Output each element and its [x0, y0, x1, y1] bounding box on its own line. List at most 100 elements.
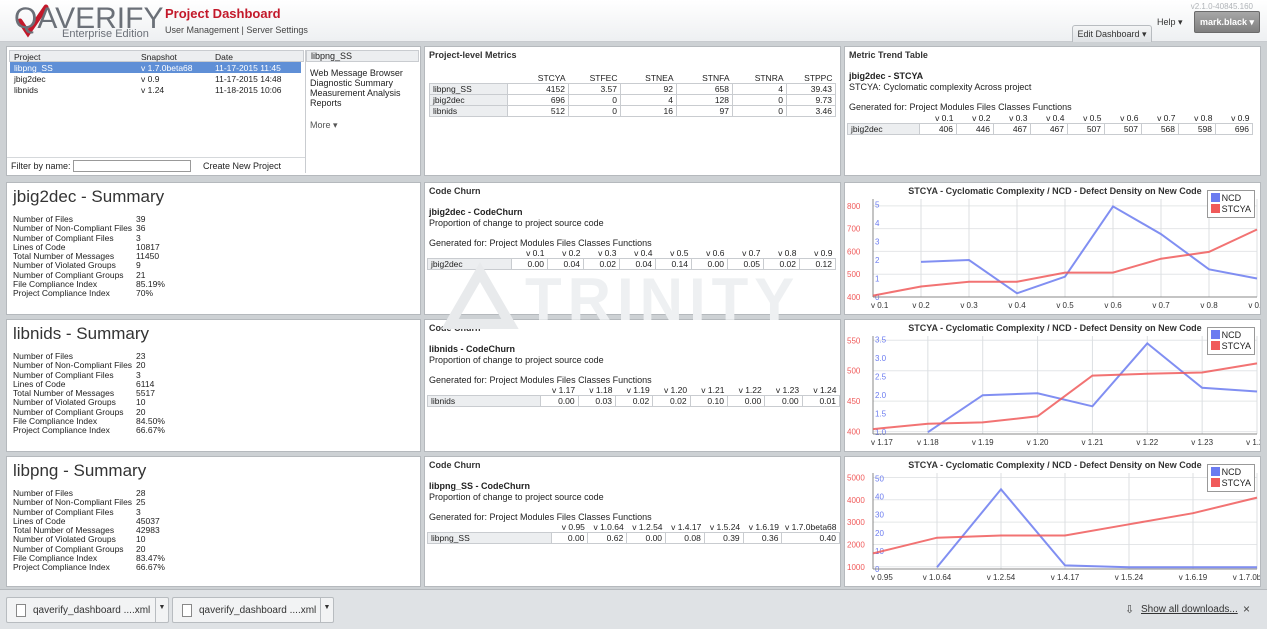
churn-value: 0.39: [703, 532, 744, 544]
version-col: v 1.5.24: [709, 522, 741, 532]
panel-title: Code Churn: [429, 460, 481, 470]
file-icon: [16, 604, 26, 617]
project-snapshot: v 1.7.0beta68: [141, 62, 193, 73]
filter-input[interactable]: [73, 160, 191, 172]
left-tick-label: 4000: [847, 496, 865, 505]
file-icon: [182, 604, 192, 617]
version-col: v 1.24: [813, 385, 837, 395]
col-date[interactable]: Date: [211, 51, 301, 62]
series-line-stcya: [872, 362, 1258, 431]
generated-for-links[interactable]: Generated for: Project Modules Files Cla…: [429, 512, 652, 522]
more-menu[interactable]: More ▾: [310, 120, 415, 130]
legend-item[interactable]: STCYA: [1210, 341, 1251, 352]
project-name[interactable]: jbig2dec: [10, 73, 137, 84]
x-tick-label: v 1.23: [1191, 438, 1213, 447]
legend-item[interactable]: STCYA: [1210, 478, 1251, 489]
download-filename[interactable]: qaverify_dashboard ....xml: [33, 605, 150, 616]
edit-dashboard-button[interactable]: Edit Dashboard ▾: [1072, 25, 1152, 42]
project-row-libnids[interactable]: libnids v 1.24 11-18-2015 10:06: [10, 84, 301, 95]
churn-value: 0.36: [742, 532, 783, 544]
left-tick-label: 400: [847, 428, 861, 437]
legend-item[interactable]: NCD: [1210, 467, 1251, 478]
panel-title: Code Churn: [429, 186, 481, 196]
help-menu[interactable]: Help ▾: [1157, 17, 1183, 28]
close-downloads-icon[interactable]: ×: [1243, 602, 1250, 616]
right-tick-label: 2: [875, 256, 880, 265]
download-filename[interactable]: qaverify_dashboard ....xml: [199, 605, 316, 616]
generated-for-links[interactable]: Generated for: Project Modules Files Cla…: [849, 102, 1072, 112]
project-row-libpng[interactable]: libpng_SS v 1.7.0beta68 11-17-2015 11:45: [10, 62, 301, 73]
project-name[interactable]: libpng_SS: [10, 62, 137, 73]
legend-label: STCYA: [1221, 341, 1251, 351]
trend-value: 507: [1067, 123, 1105, 135]
project-name[interactable]: libnids: [10, 84, 137, 95]
show-all-downloads-link[interactable]: Show all downloads...: [1141, 604, 1238, 615]
metric-col[interactable]: STCYA: [508, 73, 569, 84]
logo-subtitle: Enterprise Edition: [62, 28, 149, 40]
generated-for-links[interactable]: Generated for: Project Modules Files Cla…: [429, 238, 652, 248]
metric-value: 696: [507, 94, 569, 106]
legend-swatch: [1210, 193, 1220, 202]
version-col: v 0.4: [1046, 113, 1065, 123]
col-snapshot[interactable]: Snapshot: [137, 51, 211, 62]
metric-value: 658: [676, 83, 733, 95]
right-tick-label: 20: [875, 529, 884, 538]
metric-col[interactable]: STPPC: [787, 73, 836, 84]
legend-label: STCYA: [1221, 204, 1251, 214]
chevron-down-icon[interactable]: ▼: [155, 598, 168, 622]
link-measurement-analysis[interactable]: Measurement Analysis: [310, 88, 415, 98]
metric-col[interactable]: STNEA: [621, 73, 677, 84]
churn-description: Proportion of change to project source c…: [429, 492, 604, 502]
metric-value: 4152: [507, 83, 569, 95]
churn-description: Proportion of change to project source c…: [429, 218, 604, 228]
metric-value: 4: [620, 94, 677, 106]
legend-swatch: [1210, 467, 1220, 476]
right-tick-label: 1: [875, 275, 880, 284]
churn-row: libpng_SS 0.00 0.62 0.00 0.08 0.39 0.36 0.40: [427, 532, 840, 544]
version-col: v 1.0.64: [593, 522, 624, 532]
metric-trend-panel: Metric Trend Table jbig2dec - STCYA STCY…: [844, 46, 1261, 176]
left-tick-label: 500: [847, 367, 861, 376]
metric-value: 3.57: [568, 83, 621, 95]
metric-value: 4: [732, 83, 787, 95]
left-tick-label: 3000: [847, 518, 865, 527]
x-tick-label: v 0.2: [912, 301, 930, 310]
link-web-message-browser[interactable]: Web Message Browser: [310, 68, 415, 78]
create-project-link[interactable]: Create New Project: [203, 161, 281, 171]
x-tick-label: v 1.20: [1027, 438, 1049, 447]
metric-value: 97: [676, 105, 733, 117]
churn-value: 0.62: [587, 532, 628, 544]
metric-col[interactable]: STNFA: [677, 73, 733, 84]
metric-col[interactable]: STNRA: [733, 73, 787, 84]
project-date: 11-18-2015 10:06: [215, 84, 282, 95]
churn-row: libnids 0.00 0.03 0.02 0.02 0.10 0.00 0.00 0.01: [426, 395, 841, 407]
admin-nav-links[interactable]: User Management | Server Settings: [165, 25, 308, 35]
summary-label: Project Compliance Index: [13, 425, 110, 436]
version-col: v 0.2: [972, 113, 991, 123]
churn-value: 0.00: [764, 395, 803, 407]
version-col: v 1.21: [701, 385, 725, 395]
churn-value: 0.00: [540, 395, 579, 407]
legend-item[interactable]: NCD: [1210, 193, 1251, 204]
legend-label: NCD: [1221, 467, 1242, 477]
user-menu-button[interactable]: mark.black ▾: [1194, 11, 1260, 33]
x-tick-label: v 1.6.19: [1179, 573, 1208, 582]
qaverify-logo[interactable]: QAVERIFY Enterprise Edition: [6, 2, 163, 40]
download-item-2[interactable]: qaverify_dashboard ....xml ▼: [172, 597, 334, 623]
generated-for-links[interactable]: Generated for: Project Modules Files Cla…: [429, 375, 652, 385]
link-reports[interactable]: Reports: [310, 98, 415, 108]
chevron-down-icon[interactable]: ▼: [320, 598, 333, 622]
legend-item[interactable]: NCD: [1210, 330, 1251, 341]
churn-value: 0.00: [550, 532, 589, 544]
link-diagnostic-summary[interactable]: Diagnostic Summary: [310, 78, 415, 88]
col-project[interactable]: Project: [10, 51, 137, 62]
metrics-row: libpng_SS 4152 3.57 92 658 4 39.43: [429, 83, 836, 95]
legend-item[interactable]: STCYA: [1210, 204, 1251, 215]
summary-panel-libpng: libpng - Summary Number of Files 28 Number …: [6, 456, 421, 587]
trend-value: 568: [1141, 123, 1179, 135]
churn-value: 0.08: [665, 532, 705, 544]
project-row-jbig2dec[interactable]: jbig2dec v 0.9 11-17-2015 14:48: [10, 73, 301, 84]
download-item-1[interactable]: qaverify_dashboard ....xml ▼: [6, 597, 169, 623]
metric-col[interactable]: STFEC: [569, 73, 621, 84]
summary-title: libnids - Summary: [13, 324, 150, 343]
